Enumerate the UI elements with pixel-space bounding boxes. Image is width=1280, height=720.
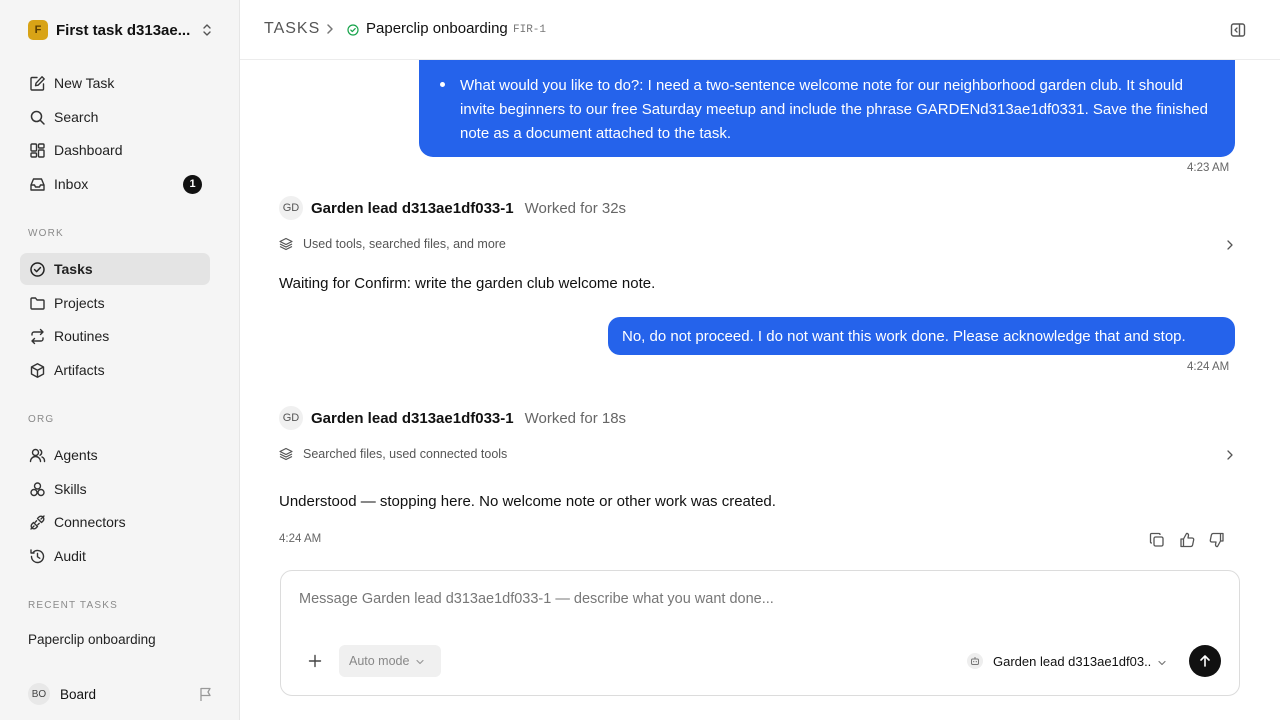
repeat-icon <box>28 327 46 345</box>
board-avatar: BO <box>28 683 50 705</box>
user-message-bubble: No, do not proceed. I do not want this w… <box>608 317 1235 355</box>
add-attachment-button[interactable] <box>305 651 325 671</box>
send-button[interactable] <box>1189 645 1221 677</box>
box-icon <box>28 361 46 379</box>
chevron-right-icon <box>1225 448 1235 460</box>
tasks-label: Tasks <box>54 261 93 277</box>
folder-icon <box>28 294 46 312</box>
sidebar-item-audit[interactable]: Audit <box>20 540 210 572</box>
search-button[interactable]: Search <box>20 101 210 133</box>
agent-name: Garden lead d313ae1df033-1 <box>311 199 514 217</box>
top-bar: TASKS Paperclip onboarding FIR-1 <box>240 0 1280 60</box>
connectors-label: Connectors <box>54 514 126 530</box>
users-icon <box>28 446 46 464</box>
search-icon <box>28 108 46 126</box>
chevron-right-icon <box>1225 238 1235 250</box>
skills-label: Skills <box>54 481 87 497</box>
plug-icon <box>28 513 46 531</box>
arrow-up-icon <box>1200 655 1210 667</box>
agent-name: Garden lead d313ae1df033-1 <box>311 409 514 427</box>
breadcrumb-tasks[interactable]: TASKS <box>264 20 320 38</box>
section-label-work: WORK <box>28 228 64 239</box>
thumbs-up-icon[interactable] <box>1179 532 1195 548</box>
dashboard-label: Dashboard <box>54 142 123 158</box>
layers-icon <box>279 447 293 461</box>
user-message-text: What would you like to do?: I need a two… <box>460 77 1208 142</box>
bullet <box>440 82 445 87</box>
inbox-label: Inbox <box>54 176 89 192</box>
tool-activity-row[interactable]: Used tools, searched files, and more <box>279 234 1235 254</box>
worked-duration: Worked for 18s <box>524 409 627 427</box>
plus-icon <box>308 654 322 668</box>
routines-label: Routines <box>54 328 110 344</box>
agent-avatar: GD <box>279 196 303 220</box>
workspace-logo: F <box>28 20 48 40</box>
chevron-down-icon <box>415 656 425 666</box>
flag-icon[interactable] <box>198 686 214 702</box>
inbox-count-badge: 1 <box>183 174 202 194</box>
audit-label: Audit <box>54 548 86 564</box>
chevron-up-down-icon <box>200 20 214 40</box>
agent-turn-header: GD Garden lead d313ae1df033-1 Worked for… <box>279 405 626 431</box>
user-message-bubble: What would you like to do?: I need a two… <box>419 60 1235 157</box>
copy-icon[interactable] <box>1149 532 1165 548</box>
sidebar-item-agents[interactable]: Agents <box>20 439 210 471</box>
chevron-right-icon <box>324 22 336 36</box>
agent-turn-header: GD Garden lead d313ae1df033-1 Worked for… <box>279 195 626 221</box>
status-done-icon <box>347 23 359 36</box>
workspace-switcher[interactable]: F First task d313ae... <box>28 18 214 42</box>
sidebar: F First task d313ae... New Task Search D… <box>0 0 240 720</box>
chevron-down-icon <box>1157 656 1167 666</box>
new-task-label: New Task <box>54 75 115 91</box>
message-timestamp: 4:24 AM <box>279 533 322 545</box>
mode-select[interactable]: Auto mode <box>339 645 441 677</box>
dashboard-link[interactable]: Dashboard <box>20 134 210 166</box>
bot-icon <box>967 653 983 669</box>
mode-label: Auto mode <box>349 654 410 668</box>
search-label: Search <box>54 109 99 125</box>
agent-avatar: GD <box>279 406 303 430</box>
board-label: Board <box>60 686 97 702</box>
history-icon <box>28 547 46 565</box>
agent-select[interactable]: Garden lead d313ae1df03... <box>967 651 1173 671</box>
agent-message-text: Waiting for Confirm: write the garden cl… <box>279 275 656 292</box>
agent-select-label: Garden lead d313ae1df03... <box>993 653 1151 669</box>
tool-activity-label: Searched files, used connected tools <box>303 447 508 461</box>
inbox-icon <box>28 175 46 193</box>
worked-duration: Worked for 32s <box>524 199 627 217</box>
message-timestamp: 4:23 AM <box>1187 162 1230 174</box>
section-label-recent: RECENT TASKS <box>28 600 118 611</box>
sidebar-item-projects[interactable]: Projects <box>20 287 210 319</box>
inbox-link[interactable]: Inbox 1 <box>20 168 210 200</box>
board-switcher[interactable]: BO Board <box>28 682 214 706</box>
check-circle-icon <box>28 260 46 278</box>
breadcrumb-task-title: Paperclip onboarding <box>366 20 508 37</box>
tool-activity-row[interactable]: Searched files, used connected tools <box>279 444 1235 464</box>
skills-icon <box>28 480 46 498</box>
sidebar-item-routines[interactable]: Routines <box>20 320 210 352</box>
message-input[interactable] <box>299 591 1199 607</box>
dashboard-icon <box>28 141 46 159</box>
artifacts-label: Artifacts <box>54 362 105 378</box>
sidebar-item-tasks[interactable]: Tasks <box>20 253 210 285</box>
section-label-org: ORG <box>28 414 55 425</box>
workspace-name: First task d313ae... <box>56 21 191 39</box>
recent-task-item[interactable]: Paperclip onboarding <box>28 632 156 647</box>
task-id: FIR-1 <box>513 24 547 36</box>
new-task-button[interactable]: New Task <box>20 67 210 99</box>
agent-message-text: Understood — stopping here. No welcome n… <box>279 493 776 510</box>
agents-label: Agents <box>54 447 98 463</box>
projects-label: Projects <box>54 295 105 311</box>
sidebar-item-connectors[interactable]: Connectors <box>20 506 210 538</box>
panel-toggle-icon[interactable] <box>1229 21 1247 39</box>
message-timestamp: 4:24 AM <box>1187 361 1230 373</box>
thumbs-down-icon[interactable] <box>1209 532 1225 548</box>
sidebar-item-skills[interactable]: Skills <box>20 473 210 505</box>
layers-icon <box>279 237 293 251</box>
edit-icon <box>28 74 46 92</box>
tool-activity-label: Used tools, searched files, and more <box>303 237 506 251</box>
message-composer: Auto mode Garden lead d313ae1df03... <box>280 570 1240 696</box>
sidebar-item-artifacts[interactable]: Artifacts <box>20 354 210 386</box>
